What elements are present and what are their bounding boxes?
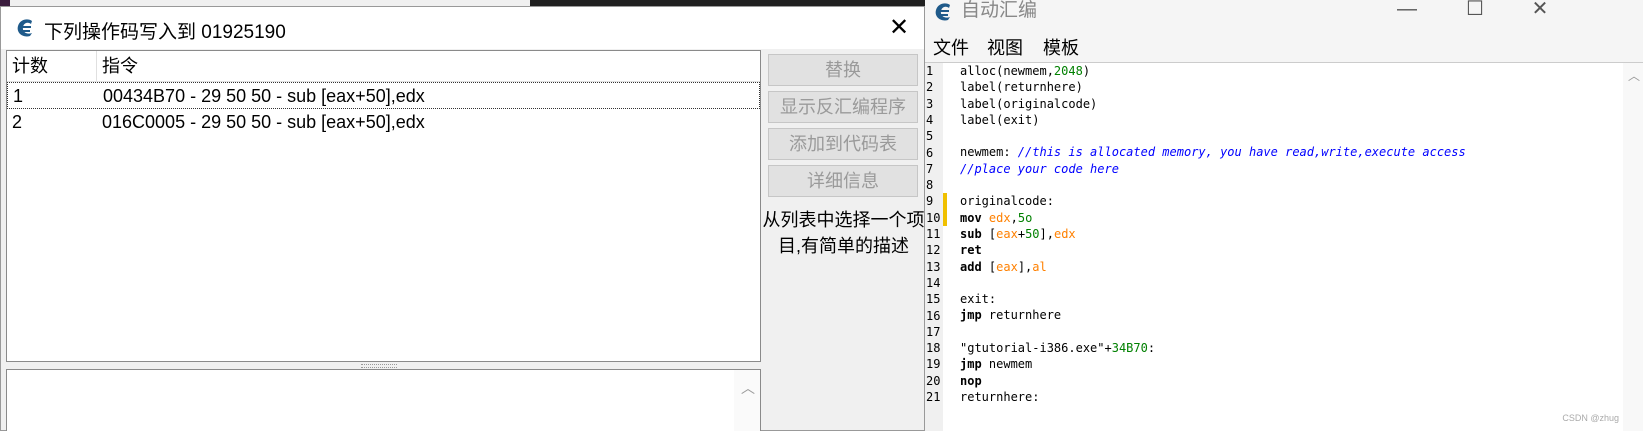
cheat-engine-logo-icon: [935, 3, 950, 21]
code-line[interactable]: label(exit): [960, 112, 1466, 128]
code-line[interactable]: //place your code here: [960, 161, 1466, 177]
code-editor[interactable]: 1 2 3 4 5 6 7 8 9 10 11 12 13 14 15 16 17 18 19 20 21 alloc(…: [925, 62, 1643, 431]
code-line[interactable]: newmem: //this is allocated memory, you …: [960, 144, 1466, 160]
line-number: 11: [926, 227, 941, 241]
list-row[interactable]: 2 016C0005 - 29 50 50 - sub [eax+50],edx: [7, 109, 760, 136]
line-number: 19: [926, 357, 941, 372]
line-number: 10: [926, 210, 941, 225]
line-number: 17: [926, 324, 941, 339]
change-marks: [943, 63, 947, 431]
details-button[interactable]: 详细信息: [768, 165, 918, 197]
code-line[interactable]: sub [eax+50],edx: [960, 226, 1466, 242]
line-number: 20: [926, 373, 941, 388]
menu-file[interactable]: 文件: [933, 34, 969, 60]
line-number-gutter: 1 2 3 4 5 6 7 8 9 10 11 12 13 14 15 16 17 18 19 20 21: [925, 63, 943, 431]
line-number: 12: [926, 243, 941, 258]
code-line[interactable]: jmp newmem: [960, 356, 1466, 372]
close-icon[interactable]: ✕: [1520, 0, 1560, 22]
code-line[interactable]: label(originalcode): [960, 96, 1466, 112]
line-number: 2: [926, 80, 934, 95]
line-number: 5: [926, 129, 934, 144]
dialog-titlebar: 下列操作码写入到 01925190 ✕: [1, 7, 924, 49]
line-number: 6: [926, 145, 934, 160]
line-number: 7: [926, 161, 934, 176]
code-line[interactable]: jmp returnhere: [960, 307, 1466, 323]
code-line[interactable]: ret: [960, 242, 1466, 258]
line-number: 9: [926, 194, 934, 209]
scroll-up-icon[interactable]: ︿: [1628, 67, 1640, 84]
list-header: 计数 指令: [7, 51, 760, 82]
dialog-title: 下列操作码写入到 01925190: [44, 22, 286, 43]
show-disassembler-button[interactable]: 显示反汇编程序: [768, 91, 918, 123]
code-line[interactable]: [960, 177, 1466, 193]
line-number: 15: [926, 292, 941, 307]
list-row-selected[interactable]: 1 00434B70 - 29 50 50 - sub [eax+50],edx: [7, 82, 760, 109]
line-number: 1: [926, 64, 934, 78]
description-hint: 从列表中选择一个项目,有简单的描述: [762, 210, 925, 256]
watermark: CSDN @zhug: [1562, 413, 1619, 423]
line-number: 14: [926, 275, 941, 290]
column-header-instruction[interactable]: 指令: [97, 51, 757, 82]
menu-view[interactable]: 视图: [987, 34, 1023, 60]
code-line[interactable]: returnhere:: [960, 389, 1466, 405]
line-number: 18: [926, 341, 941, 356]
code-line[interactable]: "gtutorial-i386.exe"+34B70:: [960, 340, 1466, 356]
code-line[interactable]: exit:: [960, 291, 1466, 307]
code-line[interactable]: alloc(newmem,2048): [960, 63, 1466, 79]
screen: 下列操作码写入到 01925190 ✕ 计数 指令 1 00434B70 - 2…: [0, 0, 1643, 431]
line-number: 4: [926, 112, 934, 127]
scroll-up-icon[interactable]: ︿: [741, 378, 755, 398]
splitter-handle[interactable]: [361, 364, 397, 368]
line-number: 13: [926, 259, 941, 274]
line-number: 16: [926, 308, 941, 323]
replace-button[interactable]: 替换: [768, 54, 918, 86]
code-line[interactable]: originalcode:: [960, 193, 1466, 209]
row-count: 1: [13, 86, 24, 106]
description-box[interactable]: ︿: [6, 369, 761, 431]
minimize-icon[interactable]: —: [1387, 0, 1427, 22]
column-header-count[interactable]: 计数: [7, 51, 97, 82]
row-instruction: 00434B70 - 29 50 50 - sub [eax+50],edx: [103, 86, 425, 106]
code-line[interactable]: nop: [960, 373, 1466, 389]
aa-titlebar: 自动汇编 — ☐ ✕: [925, 0, 1643, 28]
aa-menubar: 文件 视图 模板: [925, 30, 1643, 60]
row-instruction: 016C0005 - 29 50 50 - sub [eax+50],edx: [102, 112, 425, 132]
code-line[interactable]: [960, 275, 1466, 291]
add-to-codelist-button[interactable]: 添加到代码表: [768, 128, 918, 160]
close-icon[interactable]: ✕: [884, 13, 914, 43]
code-line[interactable]: label(returnhere): [960, 79, 1466, 95]
code-text[interactable]: alloc(newmem,2048) label(returnhere) label…: [960, 63, 1466, 405]
code-line[interactable]: mov edx,5o: [960, 210, 1466, 226]
maximize-icon[interactable]: ☐: [1455, 0, 1495, 22]
cheat-engine-logo-icon: [17, 19, 32, 37]
row-count: 2: [12, 112, 23, 132]
line-number: 8: [926, 178, 934, 193]
code-line[interactable]: [960, 128, 1466, 144]
aa-window-title: 自动汇编: [961, 0, 1038, 21]
code-line[interactable]: add [eax],al: [960, 259, 1466, 275]
description-scrollbar[interactable]: ︿: [734, 370, 760, 431]
code-line[interactable]: [960, 324, 1466, 340]
instruction-list[interactable]: 计数 指令 1 00434B70 - 29 50 50 - sub [eax+5…: [6, 50, 761, 362]
line-number: 21: [926, 390, 941, 404]
opcode-write-dialog: 下列操作码写入到 01925190 ✕ 计数 指令 1 00434B70 - 2…: [0, 6, 925, 431]
line-number: 3: [926, 96, 934, 111]
menu-template[interactable]: 模板: [1043, 34, 1079, 60]
auto-assemble-window: 自动汇编 — ☐ ✕ 文件 视图 模板 1 2 3 4 5 6 7 8 9 10 11 12 13 14 1…: [925, 0, 1643, 431]
editor-scrollbar[interactable]: ︿: [1623, 63, 1643, 431]
modified-line-mark: [943, 193, 947, 226]
